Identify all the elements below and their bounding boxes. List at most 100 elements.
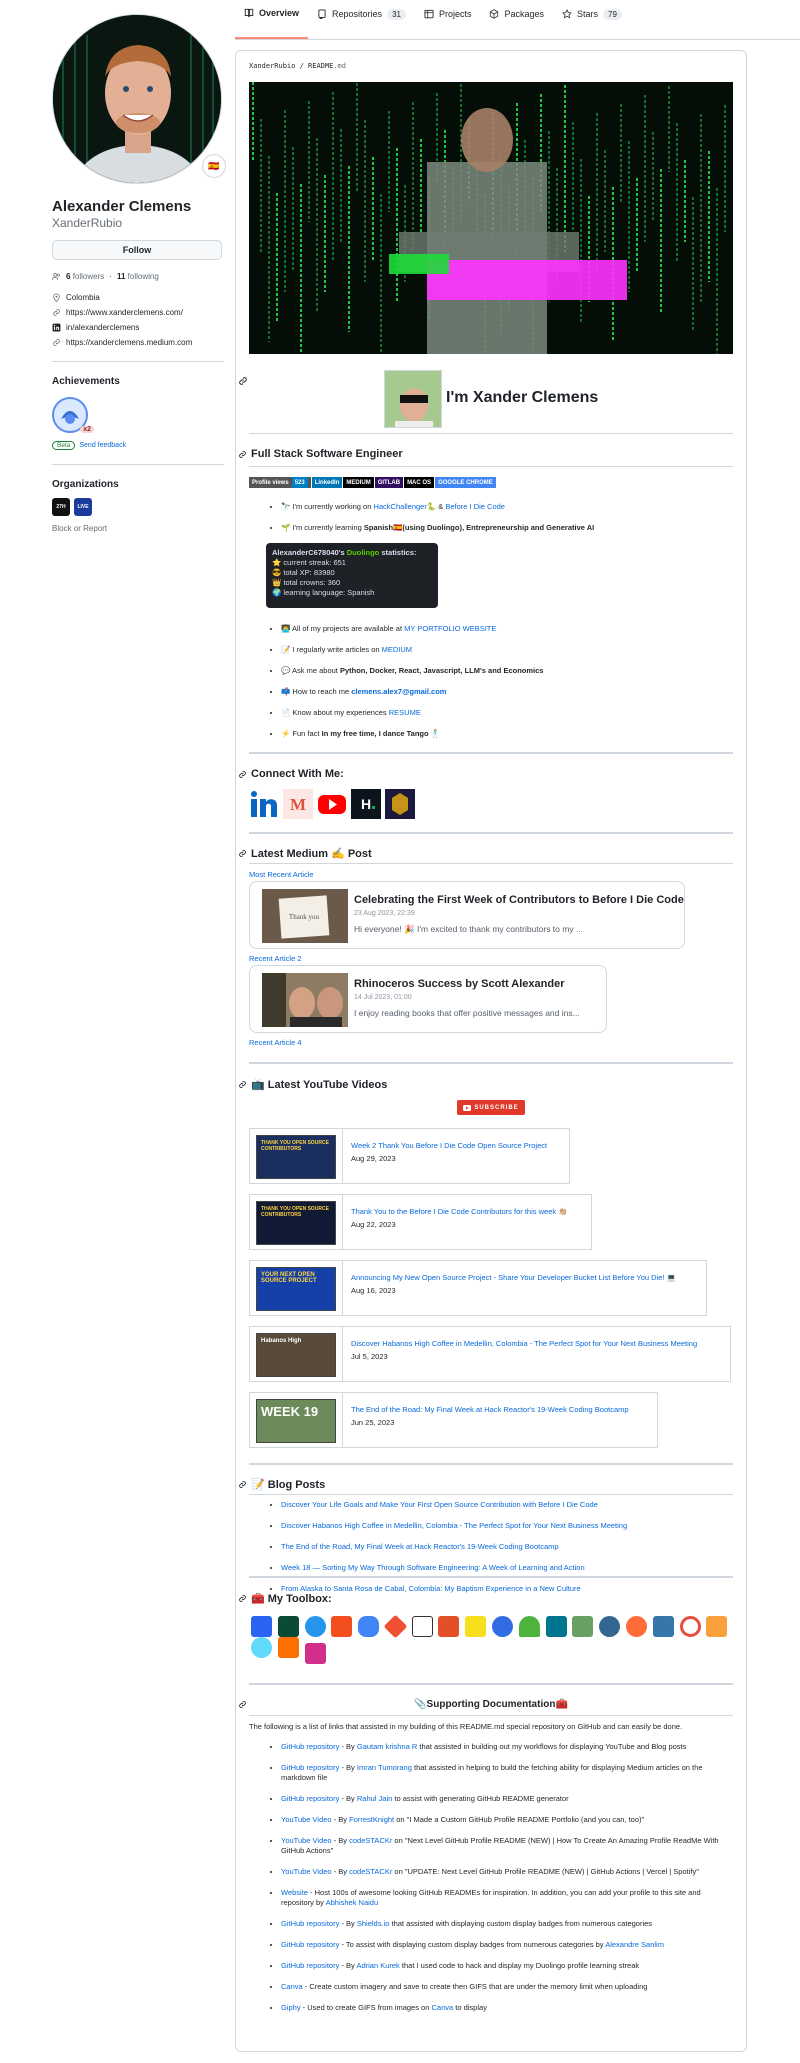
tab-projects[interactable]: Projects bbox=[415, 0, 481, 39]
doc-source-link[interactable]: GitHub repository bbox=[281, 1763, 339, 1772]
video-card[interactable]: WEEK 19 The End of the Road: My Final We… bbox=[249, 1392, 658, 1448]
doc-author-link[interactable]: codeSTACKr bbox=[349, 1836, 392, 1845]
doc-source-link[interactable]: GitHub repository bbox=[281, 1919, 339, 1928]
medium-article-card[interactable]: Rhinoceros Success by Scott Alexander 14… bbox=[249, 965, 607, 1033]
path-user-link[interactable]: XanderRubio bbox=[249, 62, 295, 70]
video-card[interactable]: THANK YOU OPEN SOURCE CONTRIBUTORS Thank… bbox=[249, 1194, 592, 1250]
recent-article-2-link[interactable]: Recent Article 2 bbox=[249, 954, 302, 963]
doc-source-link[interactable]: YouTube Video bbox=[281, 1815, 332, 1824]
path-separator: / bbox=[295, 62, 309, 70]
tab-repositories[interactable]: Repositories 31 bbox=[308, 0, 415, 39]
path-file: README bbox=[308, 62, 334, 70]
doc-source-link[interactable]: Website bbox=[281, 1888, 308, 1897]
tab-packages[interactable]: Packages bbox=[480, 0, 553, 39]
video-card[interactable]: YOUR NEXT OPEN SOURCE PROJECT Announcing… bbox=[249, 1260, 707, 1316]
email-link[interactable]: clemens.alex7@gmail.com bbox=[351, 687, 446, 696]
list-item: 💬 Ask me about Python, Docker, React, Ja… bbox=[281, 666, 725, 676]
video-title[interactable]: Discover Habanos High Coffee in Medellin… bbox=[351, 1339, 697, 1348]
duolingo-stats-card: AlexanderC678040's Duolingo statistics: … bbox=[266, 543, 438, 608]
video-title[interactable]: Thank You to the Before I Die Code Contr… bbox=[351, 1207, 568, 1216]
link-icon[interactable] bbox=[238, 770, 247, 779]
before-i-die-code-link[interactable]: Before I Die Code bbox=[445, 502, 505, 511]
anchor-link[interactable] bbox=[238, 1700, 247, 1712]
doc-author-link[interactable]: Adrian Kurek bbox=[356, 1961, 399, 1970]
divider bbox=[249, 1062, 733, 1064]
macos-badge[interactable]: MAC OS bbox=[404, 477, 435, 488]
linkedin-link[interactable]: in/alexanderclemens bbox=[66, 323, 139, 332]
doc-source-link[interactable]: Giphy bbox=[281, 2003, 301, 2012]
blog-post-link[interactable]: Discover Your Life Goals and Make Your F… bbox=[281, 1500, 598, 1509]
doc-source-link[interactable]: GitHub repository bbox=[281, 1961, 339, 1970]
recent-article-4-link[interactable]: Recent Article 4 bbox=[249, 1038, 302, 1047]
gitlab-badge[interactable]: GITLAB bbox=[374, 477, 404, 488]
people-icon bbox=[52, 273, 60, 280]
tab-stars[interactable]: Stars 79 bbox=[553, 0, 631, 39]
following-count: 11 bbox=[116, 272, 126, 281]
doc-author-link[interactable]: Alexandre Sanlim bbox=[605, 1940, 664, 1949]
about-list-2: 👨‍💻 All of my projects are available at … bbox=[265, 624, 725, 750]
doc-author-link[interactable]: Canva bbox=[431, 2003, 453, 2012]
doc-source-link[interactable]: Canva bbox=[281, 1982, 303, 1991]
doc-text: on "I Made a Custom GitHub Profile READM… bbox=[394, 1815, 645, 1824]
doc-author-link[interactable]: codeSTACKr bbox=[349, 1867, 392, 1876]
heading-text: 🧰 My Toolbox: bbox=[251, 1593, 332, 1605]
hackchallenger-link[interactable]: HackChallenger bbox=[373, 502, 426, 511]
link-icon[interactable] bbox=[238, 1594, 247, 1603]
redis-icon bbox=[679, 1616, 701, 1637]
medium-icon[interactable]: M bbox=[283, 789, 313, 819]
medium-link[interactable]: MEDIUM bbox=[382, 645, 412, 654]
doc-source-link[interactable]: YouTube Video bbox=[281, 1836, 332, 1845]
avatar[interactable] bbox=[52, 14, 222, 184]
portfolio-link[interactable]: MY PORTFOLIO WEBSITE bbox=[404, 624, 496, 633]
video-title[interactable]: Week 2 Thank You Before I Die Code Open … bbox=[351, 1141, 547, 1150]
medium-article-card[interactable]: Thank you Celebrating the First Week of … bbox=[249, 881, 685, 949]
divider bbox=[249, 1463, 733, 1465]
anchor-link[interactable] bbox=[238, 376, 248, 389]
doc-author-link[interactable]: Abhishek Naidu bbox=[326, 1898, 379, 1907]
achievement-badge[interactable]: x2 bbox=[52, 397, 94, 433]
video-card[interactable]: Habanos High Discover Habanos High Coffe… bbox=[249, 1326, 731, 1382]
doc-author-link[interactable]: Gautam krishna R bbox=[357, 1742, 417, 1751]
doc-source-link[interactable]: GitHub repository bbox=[281, 1742, 339, 1751]
link-icon[interactable] bbox=[238, 1080, 247, 1089]
link-icon[interactable] bbox=[238, 450, 247, 459]
blog-post-link[interactable]: Discover Habanos High Coffee in Medellin… bbox=[281, 1521, 627, 1530]
coding-icon[interactable] bbox=[385, 789, 415, 819]
linkedin-badge[interactable]: LinkedIn bbox=[311, 477, 343, 488]
doc-source-link[interactable]: GitHub repository bbox=[281, 1940, 339, 1949]
location-icon bbox=[53, 293, 60, 302]
doc-source-link[interactable]: YouTube Video bbox=[281, 1867, 332, 1876]
doc-author-link[interactable]: Imran Tumorang bbox=[357, 1763, 412, 1772]
doc-author-link[interactable]: ForrestKnight bbox=[349, 1815, 394, 1824]
video-title[interactable]: Announcing My New Open Source Project - … bbox=[351, 1273, 676, 1282]
hackerrank-icon[interactable]: H bbox=[351, 789, 381, 819]
followers-link[interactable]: 6 followers bbox=[66, 272, 104, 281]
tab-overview[interactable]: Overview bbox=[235, 0, 309, 39]
link-icon[interactable] bbox=[238, 1480, 247, 1489]
medium-link[interactable]: https://xanderclemens.medium.com bbox=[66, 338, 192, 347]
follow-button[interactable]: Follow bbox=[52, 240, 222, 260]
doc-text: that I used code to hack and display my … bbox=[399, 1961, 640, 1970]
resume-link[interactable]: RESUME bbox=[389, 708, 421, 717]
doc-author-link[interactable]: Shields.io bbox=[357, 1919, 390, 1928]
website-link[interactable]: https://www.xanderclemens.com/ bbox=[66, 308, 183, 317]
send-feedback-link[interactable]: Send feedback bbox=[79, 442, 126, 449]
most-recent-article-link[interactable]: Most Recent Article bbox=[249, 870, 314, 879]
subscribe-button[interactable]: SUBSCRIBE bbox=[457, 1100, 525, 1115]
youtube-icon[interactable] bbox=[317, 789, 347, 819]
doc-source-link[interactable]: GitHub repository bbox=[281, 1794, 339, 1803]
org-live-avatar[interactable]: LIVE bbox=[74, 498, 92, 516]
video-card[interactable]: THANK YOU OPEN SOURCE CONTRIBUTORS Week … bbox=[249, 1128, 570, 1184]
status-flag[interactable]: 🇪🇸 bbox=[202, 154, 226, 178]
block-report-link[interactable]: Block or Report bbox=[52, 524, 224, 533]
org-27h-avatar[interactable]: 27H bbox=[52, 498, 70, 516]
doc-author-link[interactable]: Rahul Jain bbox=[357, 1794, 392, 1803]
following-link[interactable]: 11 following bbox=[117, 272, 159, 281]
chrome-badge[interactable]: GOOGLE CHROME bbox=[435, 477, 496, 488]
medium-badge[interactable]: MEDIUM bbox=[343, 477, 374, 488]
blog-post-link[interactable]: Week 18 — Sorting My Way Through Softwar… bbox=[281, 1563, 585, 1572]
blog-post-link[interactable]: The End of the Road, My Final Week at Ha… bbox=[281, 1542, 559, 1551]
linkedin-icon[interactable] bbox=[249, 789, 279, 819]
video-title[interactable]: The End of the Road: My Final Week at Ha… bbox=[351, 1405, 629, 1414]
link-icon[interactable] bbox=[238, 849, 247, 858]
